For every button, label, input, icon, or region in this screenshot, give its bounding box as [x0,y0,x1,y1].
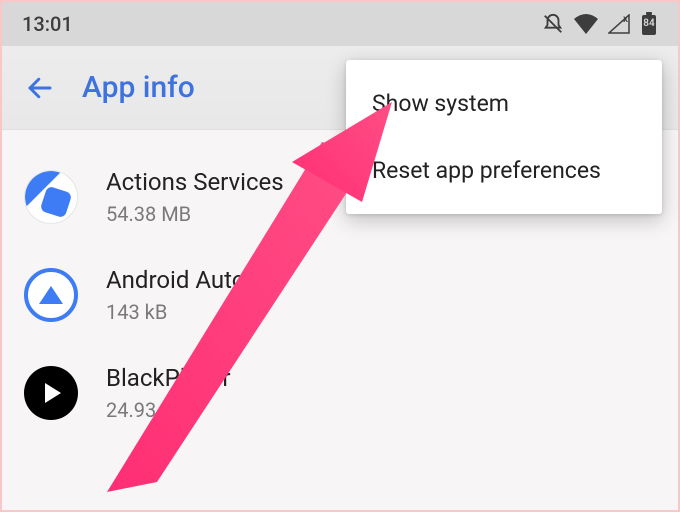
wifi-icon [574,14,598,34]
battery-level: 84 [640,18,658,29]
cellular-no-signal-icon: x [608,14,630,34]
actions-services-icon [24,170,78,224]
app-name: Actions Services [106,168,284,196]
battery-icon: 84 [640,12,658,36]
menu-item-reset-app-preferences[interactable]: Reset app preferences [346,137,662,204]
dnd-off-icon [542,13,564,35]
app-name: Android Auto [106,266,245,294]
app-item-blackplayer[interactable]: BlackPlayer 24.93 MB [2,344,678,442]
app-size: 54.38 MB [106,202,284,226]
blackplayer-icon [24,366,78,420]
status-icons: x 84 [542,12,658,36]
menu-item-show-system[interactable]: Show system [346,70,662,137]
android-auto-icon [24,268,78,322]
back-button[interactable] [16,64,64,112]
page-title: App info [82,70,195,105]
overflow-menu: Show system Reset app preferences [346,60,662,214]
app-size: 24.93 MB [106,398,231,422]
app-name: BlackPlayer [106,364,231,392]
status-bar: 13:01 x 84 [2,2,678,46]
status-time: 13:01 [22,12,73,36]
app-size: 143 kB [106,300,245,324]
arrow-left-icon [25,73,55,103]
app-item-android-auto[interactable]: Android Auto 143 kB [2,246,678,344]
svg-text:x: x [623,14,628,25]
